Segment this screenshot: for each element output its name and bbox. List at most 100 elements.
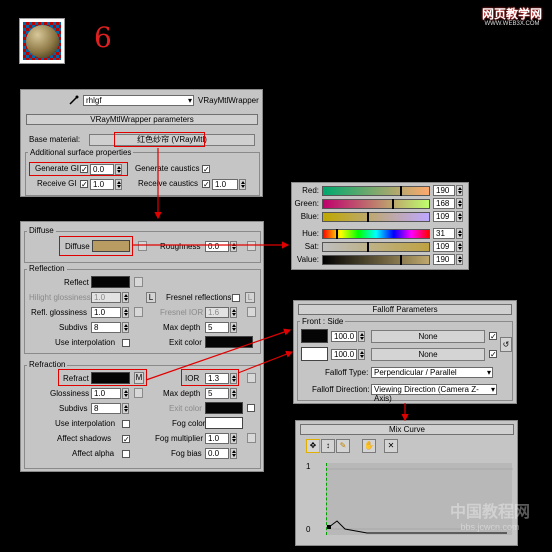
diffuse-map-button[interactable]	[138, 241, 147, 251]
refl-glossiness-map-button[interactable]	[134, 307, 143, 317]
roughness-spinner[interactable]	[230, 241, 237, 252]
material-name-field[interactable]: rhlgf	[83, 95, 194, 106]
fresnel-ior-field[interactable]: 1.6	[205, 307, 229, 318]
fresnel-ior-map-button[interactable]	[247, 307, 256, 317]
picker-green-marker[interactable]	[392, 199, 394, 209]
max-depth-spinner[interactable]	[230, 322, 237, 333]
receive-gi-checkbox[interactable]: ✓	[80, 180, 88, 189]
fog-bias-label: Fog bias	[171, 449, 202, 458]
falloff-type-dropdown[interactable]: Perpendicular / Parallel	[371, 367, 493, 378]
side-amount-field[interactable]: 100.0	[331, 349, 357, 360]
refl-glossiness-spinner[interactable]	[122, 307, 129, 318]
roughness-map-button[interactable]	[247, 241, 256, 251]
picker-value-marker[interactable]	[400, 255, 402, 265]
side-amount-spinner[interactable]	[358, 349, 365, 360]
insert-point-icon[interactable]: ✎	[336, 439, 350, 453]
picker-red-field[interactable]: 190	[433, 185, 455, 196]
picker-sat-label: Sat:	[304, 242, 319, 251]
refraction-exit-color-swatch[interactable]	[205, 402, 243, 414]
refl-glossiness-field[interactable]: 1.0	[91, 307, 121, 318]
picker-red-spinner[interactable]	[456, 185, 463, 196]
hilight-lock-button[interactable]: L	[146, 292, 156, 303]
picker-value-field[interactable]: 190	[433, 254, 455, 265]
picker-red-slider[interactable]	[322, 186, 430, 196]
wrapper-rollout-header[interactable]: VRayMtlWrapper parameters	[26, 114, 258, 125]
picker-blue-spinner[interactable]	[456, 211, 463, 222]
eyedropper-icon[interactable]	[69, 95, 79, 105]
base-material-highlight	[114, 132, 205, 147]
swap-colors-button[interactable]: ↺	[500, 337, 512, 352]
falloff-rollout-header[interactable]: Falloff Parameters	[298, 304, 512, 315]
picker-green-slider[interactable]	[322, 199, 430, 209]
side-color-swatch[interactable]	[301, 347, 328, 361]
hilight-glossiness-field[interactable]: 1.0	[91, 292, 121, 303]
picker-hue-marker[interactable]	[336, 229, 338, 239]
subdivs-spinner[interactable]	[122, 322, 129, 333]
side-map-checkbox[interactable]: ✓	[489, 350, 497, 359]
picker-blue-slider[interactable]	[322, 212, 430, 222]
picker-red-marker[interactable]	[400, 186, 402, 196]
front-amount-field[interactable]: 100.0	[331, 331, 357, 342]
fog-color-swatch[interactable]	[205, 417, 243, 429]
exit-color-swatch[interactable]	[205, 336, 253, 348]
fog-bias-spinner[interactable]	[230, 448, 237, 459]
fog-multiplier-spinner[interactable]	[230, 433, 237, 444]
picker-sat-spinner[interactable]	[456, 241, 463, 252]
refraction-subdivs-field[interactable]: 8	[91, 403, 121, 414]
picker-hue-spinner[interactable]	[456, 228, 463, 239]
receive-gi-field[interactable]: 1.0	[90, 179, 114, 190]
receive-gi-spinner[interactable]	[115, 179, 122, 190]
picker-green-spinner[interactable]	[456, 198, 463, 209]
pan-hand-icon[interactable]: ✋	[362, 439, 376, 453]
refraction-max-depth-spinner[interactable]	[230, 388, 237, 399]
ior-map-button[interactable]	[247, 373, 256, 383]
fresnel-ior-spinner[interactable]	[230, 307, 237, 318]
fresnel-reflections-checkbox[interactable]	[232, 294, 240, 302]
picker-value-slider[interactable]	[322, 255, 430, 265]
mix-curve-rollout-header[interactable]: Mix Curve	[300, 424, 514, 435]
generate-caustics-checkbox[interactable]: ✓	[202, 165, 210, 174]
picker-sat-slider[interactable]	[322, 242, 430, 252]
affect-shadows-checkbox[interactable]: ✓	[122, 435, 130, 444]
picker-value-spinner[interactable]	[456, 254, 463, 265]
front-color-swatch[interactable]	[301, 329, 328, 343]
subdivs-field[interactable]: 8	[91, 322, 121, 333]
delete-point-icon[interactable]: ✕	[384, 439, 398, 453]
fog-multiplier-field[interactable]: 1.0	[205, 433, 229, 444]
picker-hue-slider[interactable]	[322, 229, 430, 239]
falloff-direction-dropdown[interactable]: Viewing Direction (Camera Z-Axis)	[371, 384, 497, 403]
receive-caustics-field[interactable]: 1.0	[212, 179, 238, 190]
roughness-field[interactable]: 0.0	[205, 241, 229, 252]
picker-blue-marker[interactable]	[367, 212, 369, 222]
front-map-checkbox[interactable]: ✓	[489, 332, 497, 341]
max-depth-field[interactable]: 5	[205, 322, 229, 333]
picker-blue-field[interactable]: 109	[433, 211, 455, 222]
glossiness-spinner[interactable]	[122, 388, 129, 399]
picker-green-field[interactable]: 168	[433, 198, 455, 209]
fresnel-lock-button[interactable]: L	[245, 292, 255, 303]
glossiness-field[interactable]: 1.0	[91, 388, 121, 399]
fog-multiplier-map-button[interactable]	[247, 433, 256, 443]
refraction-use-interpolation-checkbox[interactable]	[122, 420, 130, 428]
reflect-color-swatch[interactable]	[91, 276, 130, 288]
material-type-button[interactable]: VRayMtlWrapper	[197, 94, 259, 107]
refraction-exit-color-checkbox[interactable]	[247, 404, 255, 412]
picker-sat-field[interactable]: 109	[433, 241, 455, 252]
front-amount-spinner[interactable]	[358, 331, 365, 342]
refraction-max-depth-field[interactable]: 5	[205, 388, 229, 399]
receive-caustics-checkbox[interactable]: ✓	[202, 180, 210, 189]
scale-tool-icon[interactable]: ↕	[321, 439, 335, 453]
move-tool-icon[interactable]: ✥	[306, 439, 320, 453]
glossiness-map-button[interactable]	[134, 388, 143, 398]
picker-sat-marker[interactable]	[367, 242, 369, 252]
hilight-glossiness-spinner[interactable]	[122, 292, 129, 303]
front-map-button[interactable]: None	[371, 330, 485, 343]
refraction-subdivs-spinner[interactable]	[122, 403, 129, 414]
receive-caustics-spinner[interactable]	[239, 179, 246, 190]
side-map-button[interactable]: None	[371, 348, 485, 361]
fog-bias-field[interactable]: 0.0	[205, 448, 229, 459]
reflect-map-button[interactable]	[134, 277, 143, 287]
picker-hue-field[interactable]: 31	[433, 228, 455, 239]
affect-alpha-checkbox[interactable]	[122, 450, 130, 458]
use-interpolation-checkbox[interactable]	[122, 339, 130, 347]
